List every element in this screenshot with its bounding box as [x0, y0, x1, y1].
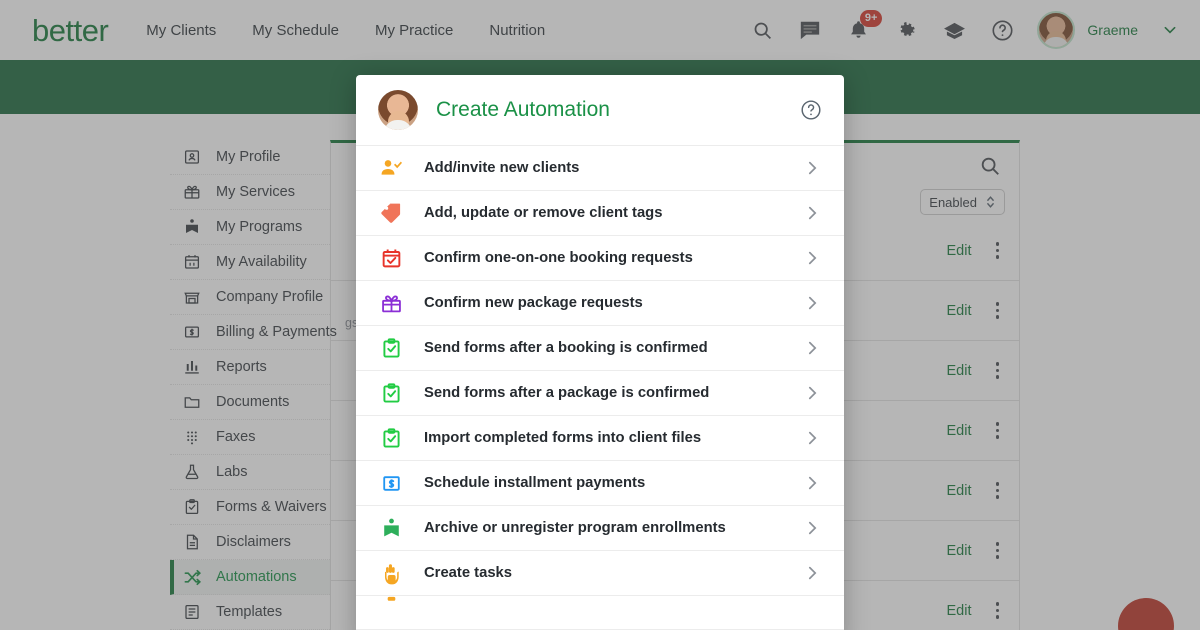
partial-icon — [378, 595, 404, 617]
program-book-icon — [378, 515, 404, 541]
automation-option-add-invite-new-clients[interactable]: Add/invite new clients — [356, 145, 844, 190]
automation-option-import-forms[interactable]: Import completed forms into client files — [356, 415, 844, 460]
chevron-right-icon — [805, 519, 820, 537]
gift-icon — [378, 290, 404, 316]
chevron-right-icon — [805, 204, 820, 222]
automation-option-installment-payments[interactable]: Schedule installment payments — [356, 460, 844, 505]
automation-option-confirm-package-requests[interactable]: Confirm new package requests — [356, 280, 844, 325]
clipboard-check-icon — [378, 380, 404, 406]
automation-option-archive-enrollments[interactable]: Archive or unregister program enrollment… — [356, 505, 844, 550]
automation-option-label: Import completed forms into client files — [424, 430, 701, 446]
automation-option-label: Confirm new package requests — [424, 295, 643, 311]
automation-option-label: Add, update or remove client tags — [424, 205, 662, 221]
chevron-right-icon — [805, 294, 820, 312]
modal-title: Create Automation — [436, 98, 610, 122]
chevron-right-icon — [805, 159, 820, 177]
modal-header: Create Automation — [356, 75, 844, 145]
automation-option-label: Schedule installment payments — [424, 475, 645, 491]
chevron-right-icon — [805, 384, 820, 402]
calendar-check-icon — [378, 245, 404, 271]
automation-option-client-tags[interactable]: Add, update or remove client tags — [356, 190, 844, 235]
create-automation-modal: Create Automation Add/invite — [356, 75, 844, 630]
automation-option-label: Create tasks — [424, 565, 512, 581]
automation-option-label: Archive or unregister program enrollment… — [424, 520, 726, 536]
chevron-right-icon — [805, 249, 820, 267]
automation-option-partial-next[interactable] — [356, 595, 844, 617]
automation-option-label: Confirm one-on-one booking requests — [424, 250, 693, 266]
automation-option-create-tasks[interactable]: Create tasks — [356, 550, 844, 595]
chevron-right-icon — [805, 429, 820, 447]
automation-option-label: Send forms after a booking is confirmed — [424, 340, 708, 356]
app-root: better My Clients My Schedule My Practic… — [0, 0, 1200, 630]
chevron-right-icon — [805, 339, 820, 357]
dollar-box-icon — [378, 470, 404, 496]
automation-option-confirm-booking-requests[interactable]: Confirm one-on-one booking requests — [356, 235, 844, 280]
clipboard-check-icon — [378, 425, 404, 451]
help-circle-icon[interactable] — [800, 99, 822, 121]
automation-option-send-forms-package[interactable]: Send forms after a package is confirmed — [356, 370, 844, 415]
tag-icon — [378, 200, 404, 226]
automation-type-list: Add/invite new clients Add, update or re… — [356, 145, 844, 617]
person-check-icon — [378, 155, 404, 181]
pointing-hand-icon — [378, 560, 404, 586]
avatar — [378, 90, 418, 130]
automation-option-label: Add/invite new clients — [424, 160, 579, 176]
automation-option-label: Send forms after a package is confirmed — [424, 385, 709, 401]
automation-option-send-forms-booking[interactable]: Send forms after a booking is confirmed — [356, 325, 844, 370]
clipboard-check-icon — [378, 335, 404, 361]
chevron-right-icon — [805, 564, 820, 582]
chevron-right-icon — [805, 474, 820, 492]
